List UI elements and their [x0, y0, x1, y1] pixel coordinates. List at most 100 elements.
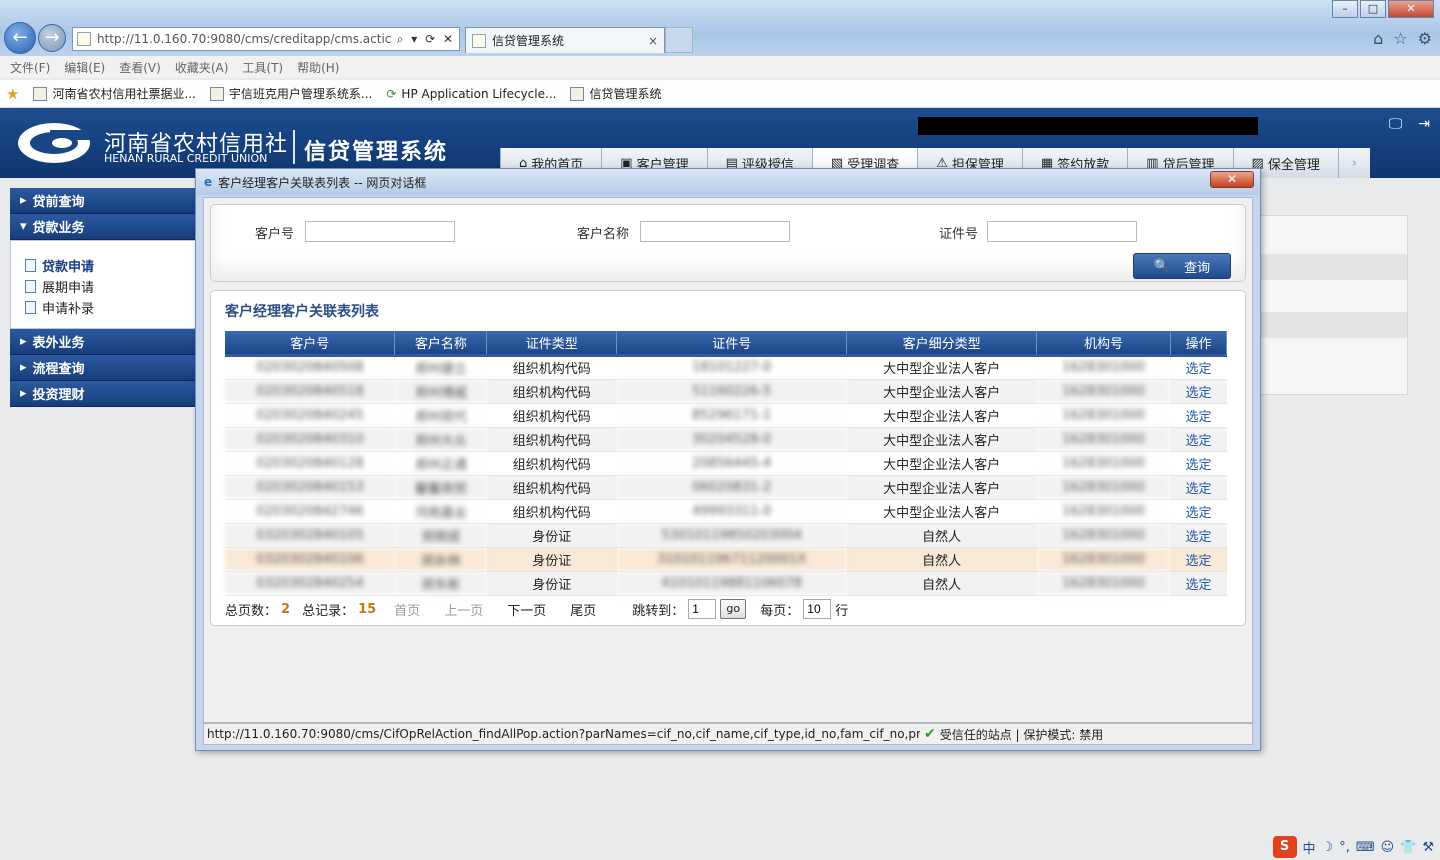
menu-item[interactable]: 编辑(E)	[64, 59, 105, 76]
table-cell: 1628301000	[1036, 499, 1171, 524]
table-cell: 0203020840153	[225, 475, 395, 500]
table-row: 0203020840245 郑州现代 组织机构代码 85296171-1 大中型企业法人…	[225, 403, 1227, 428]
sidebar-item-extension[interactable]: 展期申请	[25, 276, 199, 297]
monitor-icon[interactable]: 🖵	[1389, 116, 1403, 132]
search-form: 客户号 客户名称 证件号 🔍 查询	[210, 204, 1246, 282]
menu-item[interactable]: 帮助(H)	[297, 59, 339, 76]
sidebar-section-body: 贷款申请 展期申请 申请补录	[10, 240, 200, 329]
menu-item[interactable]: 查看(V)	[119, 59, 161, 76]
select-link[interactable]: 选定	[1170, 475, 1227, 500]
ie-page-icon: e	[204, 175, 213, 189]
customer-no-input[interactable]	[305, 221, 455, 242]
dialog-body: 客户号 客户名称 证件号 🔍 查询 客户经理客户关联表列表 客户号 客户名称 证件类…	[203, 197, 1253, 723]
logout-icon[interactable]: ⇥	[1418, 116, 1430, 132]
table-cell: 大中型企业法人客户	[846, 451, 1037, 476]
table-cell: 组织机构代码	[486, 379, 617, 404]
tab-close-icon[interactable]: ×	[648, 34, 658, 48]
sidebar-section[interactable]: ▸ 流程查询	[10, 355, 200, 381]
favorite-link[interactable]: ⟳ HP Application Lifecycle...	[386, 87, 556, 101]
table-row: 0203020840153 馨馨商贸 组织机构代码 06020831-2 大中型企业法人…	[225, 475, 1227, 500]
select-link[interactable]: 选定	[1170, 547, 1227, 572]
favorites-star-icon[interactable]: ★	[6, 85, 19, 103]
sidebar: ▸ 贷前查询 ▾ 贷款业务 贷款申请 展期申请 申请补录 ▸ 表外业务 ▸ 流程查询 ▸…	[10, 188, 200, 407]
select-link[interactable]: 选定	[1170, 499, 1227, 524]
favorite-link[interactable]: 宇信班克用户管理系统系...	[209, 85, 372, 102]
favorites-star-icon[interactable]: ☆	[1393, 29, 1407, 48]
pagination: 总页数： 2 总记录： 15 首页 上一页 下一页 尾页 跳转到： go 每页：…	[225, 599, 848, 619]
last-page-link[interactable]: 尾页	[570, 600, 596, 619]
punctuation-icon[interactable]: °,	[1339, 840, 1350, 855]
address-tools-icon[interactable]: ⌕ ▾ ⟳ ✕	[393, 32, 459, 47]
sidebar-section[interactable]: ▸ 贷前查询	[10, 188, 200, 214]
select-link[interactable]: 选定	[1170, 451, 1227, 476]
sidebar-item-loan-apply[interactable]: 贷款申请	[25, 255, 199, 276]
table-cell: 1628301000	[1036, 355, 1171, 380]
new-tab-button[interactable]	[665, 27, 693, 53]
dialog-title: 客户经理客户关联表列表 -- 网页对话框	[218, 175, 427, 190]
sogou-logo-icon[interactable]: S	[1272, 836, 1297, 858]
table-cell: 自然人	[846, 571, 1037, 596]
table-cell: 0320302840254	[225, 571, 395, 596]
first-page-link[interactable]: 首页	[394, 600, 420, 619]
customer-name-input[interactable]	[640, 221, 790, 242]
address-url[interactable]: http://11.0.160.70:9080/cms/creditapp/cm…	[97, 32, 393, 46]
column-header: 证件号	[616, 331, 848, 357]
sidebar-section[interactable]: ▸ 投资理财	[10, 381, 200, 407]
forward-button[interactable]: →	[38, 24, 66, 52]
select-link[interactable]: 选定	[1170, 403, 1227, 428]
favorite-link[interactable]: 信贷管理系统	[570, 85, 661, 102]
select-link[interactable]: 选定	[1170, 523, 1227, 548]
moon-icon[interactable]: ☽	[1322, 840, 1334, 855]
keyboard-icon[interactable]: ⌨	[1356, 840, 1375, 855]
caret-down-icon: ▾	[20, 219, 27, 234]
ime-mode[interactable]: 中	[1303, 838, 1316, 857]
tab-icon	[472, 33, 486, 48]
menu-item[interactable]: 工具(T)	[242, 59, 283, 76]
table-cell: 郑州大众	[394, 427, 487, 452]
nav-scroll-right-icon[interactable]: ›	[1337, 148, 1370, 178]
sidebar-section[interactable]: ▾ 贷款业务	[10, 214, 200, 240]
browser-titlebar: – □ ✕ ← → http://11.0.160.70:9080/cms/cr…	[0, 0, 1440, 56]
shirt-icon[interactable]: 👕	[1400, 840, 1416, 855]
caret-right-icon: ▸	[20, 193, 27, 208]
table-row: 0203020840508 郑州建立 组织机构代码 18101227-0 大中型企业法人…	[225, 355, 1227, 380]
minimize-button[interactable]: –	[1332, 0, 1358, 18]
prev-page-link[interactable]: 上一页	[444, 600, 483, 619]
gear-icon[interactable]: ⚙	[1418, 29, 1432, 48]
next-page-link[interactable]: 下一页	[507, 600, 546, 619]
table-cell: 大中型企业法人客户	[846, 403, 1037, 428]
search-button[interactable]: 🔍 查询	[1133, 253, 1231, 279]
table-cell: 馨馨商贸	[394, 475, 487, 500]
close-window-button[interactable]: ✕	[1388, 0, 1434, 18]
select-link[interactable]: 选定	[1170, 571, 1227, 596]
column-header: 操作	[1170, 331, 1228, 357]
select-link[interactable]: 选定	[1170, 379, 1227, 404]
table-cell: 郑佩斌	[394, 523, 487, 548]
table-cell: 郑永林	[394, 547, 487, 572]
select-link[interactable]: 选定	[1170, 427, 1227, 452]
table-cell: 身份证	[486, 523, 617, 548]
favorite-link[interactable]: 河南省农村信用社票据业...	[33, 85, 196, 102]
sidebar-item-supplement[interactable]: 申请补录	[25, 297, 199, 318]
maximize-button[interactable]: □	[1360, 0, 1386, 18]
id-no-input[interactable]	[987, 221, 1137, 242]
home-icon[interactable]: ⌂	[1373, 29, 1383, 48]
per-page-input[interactable]	[803, 599, 832, 619]
go-button[interactable]: go	[720, 599, 747, 619]
menu-item[interactable]: 文件(F)	[10, 59, 50, 76]
caret-right-icon: ▸	[20, 360, 27, 375]
browser-tab[interactable]: 信贷管理系统 ×	[465, 27, 665, 53]
jump-page-input[interactable]	[688, 599, 717, 619]
tools-icon[interactable]: ⚒	[1422, 840, 1434, 855]
select-link[interactable]: 选定	[1170, 355, 1227, 380]
total-records-label: 总记录：	[302, 603, 355, 619]
dialog-close-button[interactable]: ✕	[1210, 171, 1254, 188]
column-header: 客户名称	[394, 331, 488, 357]
menu-item[interactable]: 收藏夹(A)	[175, 59, 229, 76]
table-cell: 大中型企业法人客户	[846, 379, 1037, 404]
back-button[interactable]: ←	[4, 22, 36, 54]
sidebar-section[interactable]: ▸ 表外业务	[10, 329, 200, 355]
table-cell: 0203020842746	[225, 499, 395, 524]
user-icon[interactable]: ☺	[1381, 840, 1395, 855]
address-bar[interactable]: http://11.0.160.70:9080/cms/creditapp/cm…	[72, 27, 460, 51]
